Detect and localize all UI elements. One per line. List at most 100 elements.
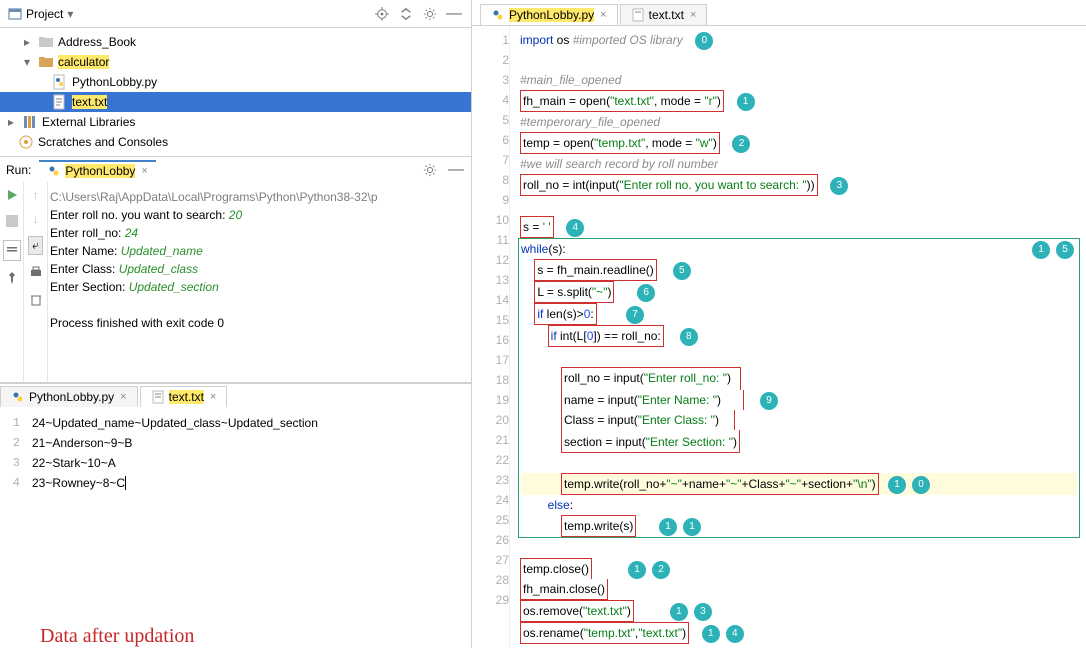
scratches-icon: [18, 134, 34, 150]
tree-folder-addressbook[interactable]: ▸ Address_Book: [0, 32, 471, 52]
console-input: Updated_class: [119, 262, 198, 276]
tab-label: text.txt: [169, 390, 204, 404]
console-prompt: Enter Section:: [50, 280, 129, 294]
console-input: Updated_section: [129, 280, 219, 294]
project-label: Project: [26, 7, 63, 21]
annotation-badge: 1: [670, 603, 688, 621]
console-prompt: Enter Class:: [50, 262, 119, 276]
up-arrow-icon[interactable]: ↑: [33, 188, 39, 202]
layout-icon[interactable]: [3, 240, 21, 261]
locate-icon[interactable]: [373, 5, 391, 23]
tree-label: calculator: [58, 55, 109, 69]
annotation-badge: 9: [760, 392, 778, 410]
annotation-badge: 2: [732, 135, 750, 153]
chevron-right-icon: ▸: [4, 115, 18, 129]
console-prompt: Enter roll_no:: [50, 226, 125, 240]
console-input: Updated_name: [121, 244, 203, 258]
text-file-body[interactable]: 24~Updated_name~Updated_class~Updated_se…: [28, 407, 471, 607]
expand-all-icon[interactable]: [397, 5, 415, 23]
run-tab-pythonlobby[interactable]: PythonLobby ×: [39, 160, 156, 180]
close-icon[interactable]: ×: [690, 9, 696, 21]
annotation-badge: 7: [626, 306, 644, 324]
tree-folder-calculator[interactable]: ▾ calculator: [0, 52, 471, 72]
tab-label: text.txt: [649, 8, 684, 22]
text-file-icon: [52, 94, 68, 110]
tree-label: Scratches and Consoles: [38, 135, 168, 149]
tree-file-texttxt[interactable]: text.txt: [0, 92, 471, 112]
console-prompt: Enter Name:: [50, 244, 121, 258]
project-view-icon: [8, 7, 22, 21]
dropdown-arrow-icon: ▾: [67, 7, 73, 21]
gear-icon[interactable]: [421, 161, 439, 179]
tab-texttxt[interactable]: text.txt ×: [140, 386, 228, 407]
tab-label: PythonLobby.py: [509, 8, 594, 22]
stop-icon[interactable]: [6, 215, 18, 230]
console-exit-line: Process finished with exit code 0: [50, 314, 469, 332]
text-file-icon: [151, 390, 165, 404]
annotation-badge: 1: [1032, 241, 1050, 259]
annotation-badge: 8: [680, 328, 698, 346]
tree-label: PythonLobby.py: [72, 75, 157, 89]
code-editor[interactable]: import os #imported OS library 0 #main_f…: [510, 26, 1086, 648]
project-toolbar: Project ▾ —: [0, 0, 471, 28]
tab-label: PythonLobby.py: [29, 390, 114, 404]
libraries-icon: [22, 114, 38, 130]
python-file-icon: [491, 8, 505, 22]
text-line: 23~Rowney~8~C: [32, 476, 125, 490]
editor-tab-texttxt[interactable]: text.txt ×: [620, 4, 708, 25]
trash-icon[interactable]: [29, 292, 43, 309]
annotation-badge: 1: [628, 561, 646, 579]
annotation-text: Data after updation: [0, 607, 471, 648]
tree-label: text.txt: [72, 95, 107, 109]
annotation-badge: 1: [683, 518, 701, 536]
annotation-badge: 0: [695, 32, 713, 50]
close-icon[interactable]: ×: [600, 9, 606, 21]
annotation-badge: 4: [566, 219, 584, 237]
python-file-icon: [47, 164, 61, 178]
run-label: Run:: [6, 163, 31, 177]
hide-icon[interactable]: —: [447, 161, 465, 179]
pin-icon[interactable]: [5, 271, 19, 288]
annotation-badge: 0: [912, 476, 930, 494]
text-line: 24~Updated_name~Updated_class~Updated_se…: [32, 413, 471, 433]
run-console[interactable]: C:\Users\Raj\AppData\Local\Programs\Pyth…: [48, 182, 471, 382]
annotation-badge: 2: [652, 561, 670, 579]
close-icon[interactable]: ×: [120, 391, 126, 403]
chevron-down-icon: ▾: [20, 55, 34, 69]
project-dropdown[interactable]: Project ▾: [8, 7, 73, 21]
tab-pythonlobby[interactable]: PythonLobby.py ×: [0, 386, 138, 407]
annotation-badge: 1: [737, 93, 755, 111]
gear-icon[interactable]: [421, 5, 439, 23]
line-gutter: 1234567891011121314151617181920212223242…: [472, 26, 510, 648]
soft-wrap-icon[interactable]: ⤶: [28, 236, 43, 255]
annotation-badge: 1: [659, 518, 677, 536]
run-action-bar: [0, 182, 24, 382]
chevron-right-icon: ▸: [20, 35, 34, 49]
text-line: 22~Stark~10~A: [32, 453, 471, 473]
down-arrow-icon[interactable]: ↓: [33, 212, 39, 226]
tree-file-pythonlobby[interactable]: PythonLobby.py: [0, 72, 471, 92]
console-input: 20: [229, 208, 242, 222]
close-icon[interactable]: ×: [141, 165, 147, 177]
tree-external-libraries[interactable]: ▸ External Libraries: [0, 112, 471, 132]
tree-label: Address_Book: [58, 35, 136, 49]
console-line: C:\Users\Raj\AppData\Local\Programs\Pyth…: [50, 188, 469, 206]
run-nav-bar: ↑ ↓ ⤶: [24, 182, 48, 382]
annotation-badge: 1: [888, 476, 906, 494]
editor-tab-pythonlobby[interactable]: PythonLobby.py ×: [480, 4, 618, 25]
annotation-badge: 6: [637, 284, 655, 302]
close-icon[interactable]: ×: [210, 391, 216, 403]
bottom-editor-tabs: PythonLobby.py × text.txt ×: [0, 383, 471, 407]
run-tab-label: PythonLobby: [65, 164, 135, 178]
run-toolbar: Run: PythonLobby × —: [0, 156, 471, 182]
rerun-icon[interactable]: [5, 188, 19, 205]
annotation-badge: 5: [1056, 241, 1074, 259]
hide-icon[interactable]: —: [445, 5, 463, 23]
tree-label: External Libraries: [42, 115, 135, 129]
annotation-badge: 5: [673, 262, 691, 280]
annotation-badge: 4: [726, 625, 744, 643]
tree-scratches[interactable]: Scratches and Consoles: [0, 132, 471, 152]
print-icon[interactable]: [29, 265, 43, 282]
console-input: 24: [125, 226, 138, 240]
folder-icon: [38, 54, 54, 70]
